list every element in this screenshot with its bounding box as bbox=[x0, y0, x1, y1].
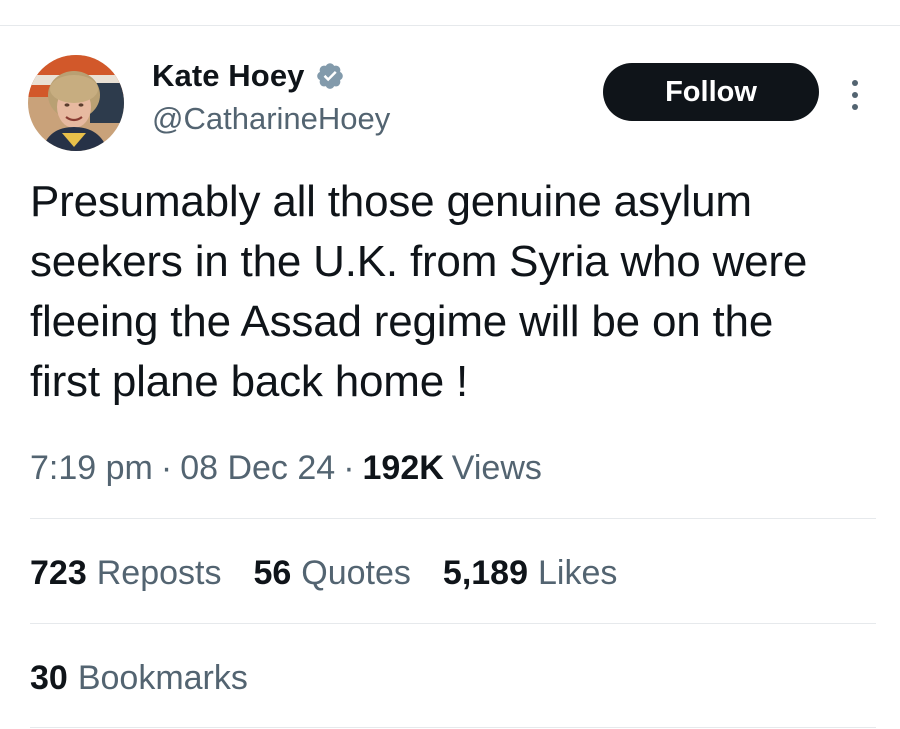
top-divider bbox=[0, 25, 900, 26]
verified-badge-icon[interactable] bbox=[315, 61, 345, 91]
bookmarks-stat[interactable]: 30 Bookmarks bbox=[30, 656, 280, 700]
tweet-date[interactable]: 08 Dec 24 bbox=[180, 449, 335, 488]
likes-count: 5,189 bbox=[442, 553, 529, 592]
meta-separator: · bbox=[160, 448, 173, 487]
likes-label: Likes bbox=[538, 553, 618, 592]
bookmarks-stat-inner: 30 Bookmarks bbox=[30, 659, 248, 698]
tweet-page: Kate Hoey @CatharineHoey Follow Presumab… bbox=[0, 0, 900, 729]
divider bbox=[30, 518, 876, 519]
divider bbox=[30, 623, 876, 624]
reposts-stat[interactable]: 723 Reposts bbox=[30, 554, 221, 593]
views-label[interactable]: Views bbox=[452, 449, 542, 488]
more-options-button[interactable] bbox=[842, 74, 868, 116]
engagement-stats: 723 Reposts 56 Quotes 5,189 Likes bbox=[30, 551, 649, 595]
bookmarks-label: Bookmarks bbox=[77, 658, 248, 697]
avatar-image bbox=[28, 55, 124, 151]
author-name-row: Kate Hoey bbox=[152, 56, 345, 96]
tweet-text: Presumably all those genuine asylum seek… bbox=[30, 177, 808, 406]
reposts-label: Reposts bbox=[96, 553, 222, 592]
author-handle[interactable]: @CatharineHoey bbox=[152, 101, 390, 137]
divider bbox=[30, 727, 876, 728]
quotes-count: 56 bbox=[253, 553, 292, 592]
quotes-stat[interactable]: 56 Quotes bbox=[253, 554, 410, 593]
quotes-label: Quotes bbox=[301, 553, 411, 592]
likes-stat[interactable]: 5,189 Likes bbox=[443, 554, 617, 593]
views-count[interactable]: 192K bbox=[363, 449, 444, 488]
author-avatar[interactable] bbox=[28, 55, 124, 151]
follow-button[interactable]: Follow bbox=[603, 63, 819, 121]
vertical-ellipsis-icon bbox=[852, 104, 858, 110]
reposts-count: 723 bbox=[30, 553, 87, 592]
tweet-time[interactable]: 7:19 pm bbox=[30, 449, 153, 488]
vertical-ellipsis-icon bbox=[852, 92, 858, 98]
author-name[interactable]: Kate Hoey bbox=[152, 58, 305, 94]
meta-separator: · bbox=[343, 448, 355, 487]
tweet-meta: 7:19 pm · 08 Dec 24 · 192K Views bbox=[30, 446, 542, 490]
vertical-ellipsis-icon bbox=[852, 80, 858, 86]
bookmarks-count: 30 bbox=[30, 658, 68, 697]
